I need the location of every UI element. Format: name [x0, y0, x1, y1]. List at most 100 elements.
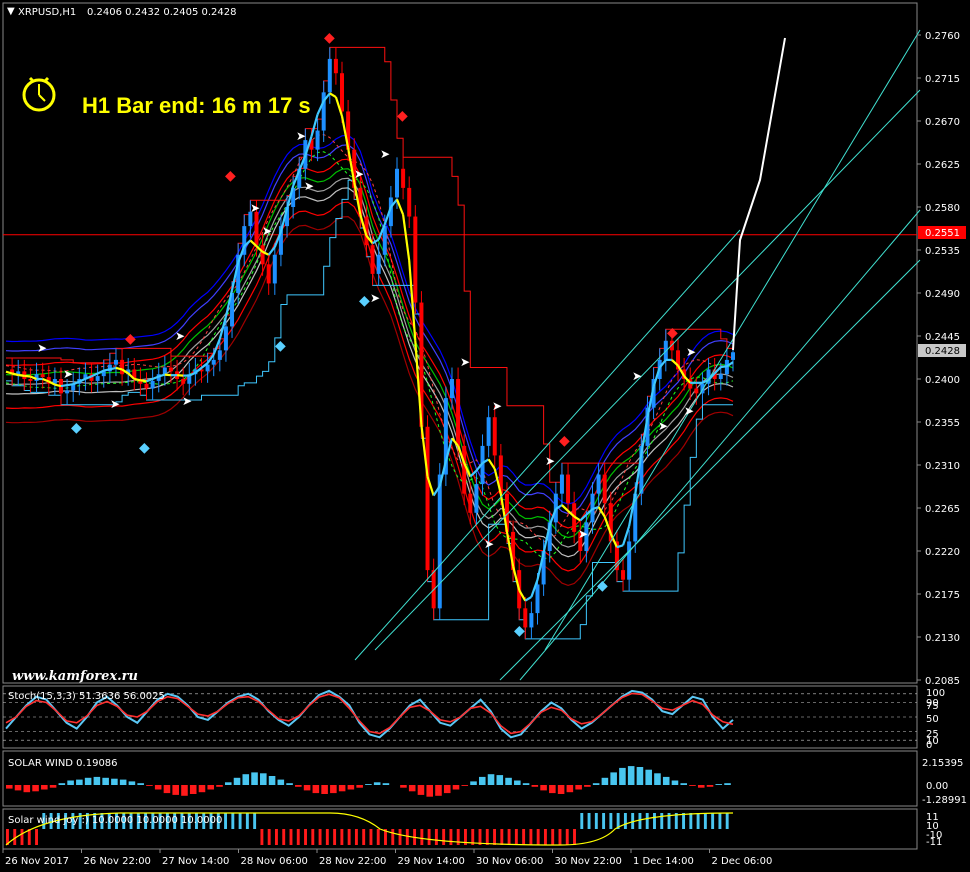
- solar-wind-bar: [365, 784, 372, 785]
- solar-wind-bar: [76, 779, 83, 785]
- collapse-arrow-icon[interactable]: ▼: [7, 6, 15, 17]
- solar-wind-bar: [233, 777, 241, 785]
- price-tick-label: 0.2760: [925, 31, 960, 42]
- candle-body: [425, 426, 430, 571]
- solar-wind-bar: [382, 783, 390, 785]
- joy-bar: [580, 813, 584, 829]
- arrow-marker-icon: ➤: [370, 291, 380, 305]
- trend-line-segment: [524, 595, 532, 602]
- candle-body: [181, 379, 186, 384]
- joy-bar: [500, 829, 504, 845]
- solar-wind-bar: [67, 780, 74, 785]
- joy-bar: [558, 829, 562, 845]
- solar-wind-bar: [84, 777, 92, 785]
- solar-wind-bar: [557, 785, 565, 794]
- solar-wind-bar: [32, 785, 39, 792]
- candle-body: [492, 417, 497, 456]
- joy-bar: [27, 829, 31, 845]
- solar-wind-bar: [49, 785, 57, 788]
- solar-wind-bar: [470, 781, 477, 785]
- arrow-marker-icon: ➤: [684, 404, 694, 418]
- candle-body: [529, 613, 534, 628]
- joy-bar: [267, 829, 271, 845]
- candle-body: [596, 474, 601, 494]
- candle-body: [205, 364, 210, 372]
- solar-wind-bar: [592, 783, 600, 785]
- candle-body: [566, 474, 571, 504]
- solar-wind-bar: [715, 784, 723, 785]
- joy-bar: [442, 829, 446, 845]
- solar-wind-bar: [6, 785, 13, 789]
- arrow-marker-icon: ➤: [578, 527, 588, 541]
- symbol-label: XRPUSD,H1: [18, 7, 76, 18]
- candle-body: [401, 168, 406, 188]
- joy-bar: [703, 813, 707, 829]
- solar-wind-bar: [207, 785, 215, 790]
- solar-wind-bar: [128, 781, 136, 785]
- candle-body: [486, 417, 491, 446]
- solar-wind-bar: [636, 767, 644, 785]
- joy-bar: [369, 829, 373, 845]
- joy-bar: [594, 813, 598, 829]
- price-tick-label: 0.2535: [925, 246, 960, 257]
- blue-diamond-icon: ◆: [359, 293, 370, 309]
- arrow-marker-icon: ➤: [182, 394, 192, 408]
- price-tick-label: 0.2490: [925, 289, 960, 300]
- price-tick-label: 0.2670: [925, 117, 960, 128]
- joy-bar: [318, 829, 322, 845]
- candle-body: [211, 359, 216, 365]
- candle-body: [413, 216, 418, 303]
- joy-bar: [638, 813, 642, 829]
- joy-bar: [311, 829, 315, 845]
- ohlc-values: 0.2406 0.2432 0.2405 0.2428: [87, 7, 237, 18]
- chart-root: ➤➤➤➤➤➤➤➤➤➤➤➤➤➤➤➤➤➤➤➤➤◆◆◆◆◆◆◆◆◆◆◆◆ 0.2760…: [2, 2, 967, 867]
- time-tick-label: 29 Nov 14:00: [398, 856, 465, 867]
- solar-wind-panel[interactable]: [2, 750, 918, 807]
- joy-bar: [653, 813, 656, 829]
- blue-diamond-icon: ◆: [597, 578, 608, 594]
- trend-line-segment: [402, 214, 411, 261]
- solar-wind-bar: [347, 785, 355, 790]
- arrow-marker-icon: ➤: [63, 367, 73, 381]
- candle-body: [731, 352, 735, 360]
- candle-body: [370, 245, 375, 274]
- joy-bar: [35, 829, 38, 845]
- solar-wind-bar: [260, 773, 267, 785]
- solar-wind-bar: [181, 785, 188, 796]
- solar-wind-bar: [697, 785, 705, 788]
- solar-wind-bar: [619, 767, 626, 785]
- regression-channel-line: [499, 259, 921, 681]
- joy-tick: -11: [926, 837, 942, 848]
- arrow-marker-icon: ➤: [658, 419, 668, 433]
- solar-wind-bar: [198, 785, 206, 793]
- time-axis: 26 Nov 2017 26 Nov 22:00 27 Nov 14:00 28 No…: [2, 849, 772, 867]
- solar-wind-bar: [706, 785, 714, 787]
- solar-wind-bar: [216, 785, 223, 787]
- solar-wind-bar: [514, 780, 521, 785]
- solar-wind-bar: [478, 776, 486, 785]
- joy-bar: [434, 829, 438, 845]
- solar-wind-bar: [172, 785, 179, 795]
- price-tick-label: 0.2175: [925, 590, 960, 601]
- price-tick-label: 0.2085: [925, 676, 960, 687]
- solar-wind-bar: [461, 785, 469, 786]
- joy-bar: [682, 813, 686, 829]
- arrow-marker-icon: ➤: [686, 345, 696, 359]
- arrow-marker-icon: ➤: [250, 201, 260, 215]
- regression-channel-line: [519, 209, 921, 681]
- trend-line-segment: [329, 92, 337, 99]
- trend-line-segment: [103, 368, 111, 372]
- candle-body: [223, 326, 228, 351]
- solar-wind-title: SOLAR WIND 0.19086: [8, 758, 118, 769]
- joy-bar: [325, 829, 329, 845]
- arrow-marker-icon: ➤: [460, 355, 470, 369]
- solar-wind-bar: [452, 785, 460, 790]
- joy-bar: [304, 829, 307, 845]
- trend-line-segment: [267, 246, 276, 256]
- solar-wind-bar: [286, 783, 293, 785]
- joy-bar: [587, 813, 591, 829]
- solar-wind-bar: [251, 772, 258, 785]
- red-diamond-icon: ◆: [397, 108, 408, 124]
- joy-bar: [609, 813, 613, 829]
- arrow-marker-icon: ➤: [484, 537, 494, 551]
